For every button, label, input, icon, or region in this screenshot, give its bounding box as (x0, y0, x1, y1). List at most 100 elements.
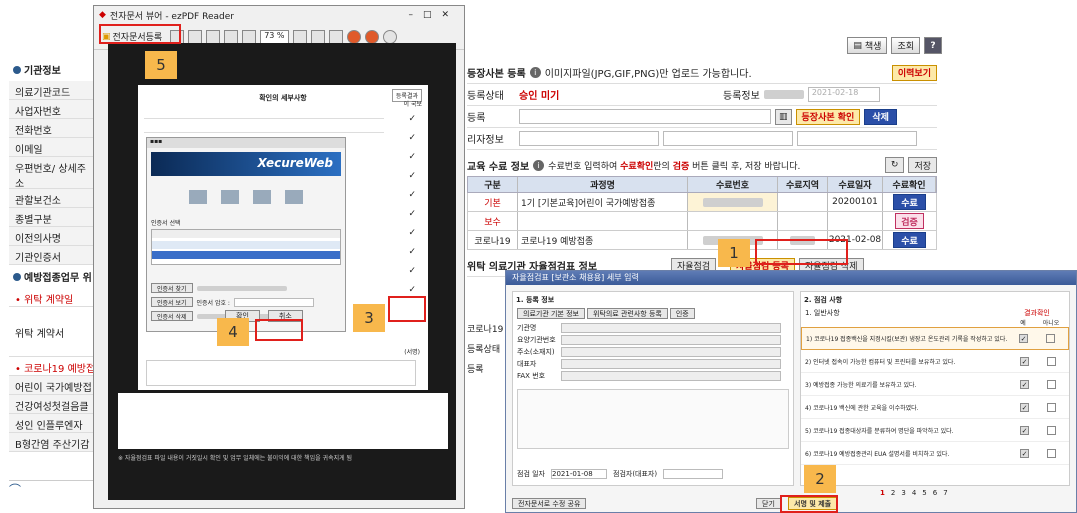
cert-delete-button[interactable]: 인증서 삭제 (151, 311, 193, 321)
page-link[interactable]: 5 (920, 489, 928, 497)
confirm-copy-button[interactable]: 등장사본 확인 (795, 108, 861, 125)
manager-input-2[interactable] (797, 131, 917, 146)
checklist-item: 1) 코로나19 접종백신을 지정시킬(보관) 냉장고 온도관리 기록을 작성하… (801, 327, 1069, 350)
date-field[interactable]: 2021-02-18 (807, 87, 880, 102)
document-area: 확인의 세부사항 등록결과 이 국보 ✓ ✓ ✓ ✓ ✓ ✓ ✓ ✓ ✓ ✓ ▪▪▪ Xecure… (108, 43, 456, 500)
checkbox-yes[interactable]: ✓ (1020, 402, 1029, 412)
hand-icon[interactable] (188, 29, 203, 44)
self-check-dialog: 자율점검표 [보관소 채용용] 세부 입력 1. 등록 정보 의료기관 기본 정… (505, 270, 1077, 513)
dialog-left-section: 1. 등록 정보 의료기관 기본 정보 위탁의료 관련사항 등록 인증 기관명 … (512, 291, 794, 486)
close-button[interactable]: 닫기 (756, 498, 781, 509)
verify-button[interactable]: 검증 (895, 213, 924, 229)
page-link[interactable]: 3 (899, 489, 907, 497)
field-label: 사업자번호 (9, 100, 97, 119)
text-select-icon[interactable] (206, 29, 221, 44)
single-page-icon[interactable] (310, 29, 325, 44)
cert-number[interactable] (688, 193, 778, 211)
program-row: 건강여성첫걸음클 (9, 395, 97, 414)
zoom-in-icon[interactable] (292, 29, 307, 44)
highlight-submit (780, 495, 838, 513)
field-label: 관할보건소 (9, 189, 97, 208)
close-doc-icon[interactable] (382, 29, 397, 44)
step-marker-3: 3 (353, 304, 385, 332)
checklist-header: 1. 일반사항 결과확인 (805, 309, 1050, 317)
list-item[interactable] (152, 251, 340, 259)
manager-input[interactable] (663, 131, 793, 146)
page-link[interactable]: 2 (889, 489, 897, 497)
left-footer: ⌒ (9, 480, 97, 498)
document-page-2 (118, 393, 448, 449)
next-icon[interactable] (364, 29, 379, 44)
complete-button[interactable]: 수료 (893, 232, 926, 248)
dialog-tabs: 의료기관 기본 정보 위탁의료 관련사항 등록 인증 (513, 308, 793, 319)
history-button[interactable]: 이력보기 (891, 64, 937, 81)
checklist: 1) 코로나19 접종백신을 지정시킬(보관) 냉장고 온도관리 기록을 작성하… (801, 327, 1069, 465)
cert-list[interactable] (151, 229, 341, 265)
checklist-item: 3) 예방접종 가능한 의료기를 보유하고 있다. ✓ (801, 373, 1069, 396)
covid-header: • 코로나19 예방접 (9, 357, 97, 376)
share-edit-button[interactable]: 전자문서로 수정 공유 (512, 498, 587, 509)
page-link[interactable]: 1 (878, 489, 887, 497)
checkbox-yes[interactable]: ✓ (1019, 334, 1028, 343)
page-link[interactable]: 4 (910, 489, 918, 497)
field-label: 이메일 (9, 138, 97, 157)
checkbox-no[interactable] (1046, 334, 1055, 343)
list-item[interactable] (152, 241, 340, 249)
edu-table-header: 구분 과정명 수료번호 수료지역 수료일자 수료확인 (467, 176, 937, 193)
tab-related-register[interactable]: 위탁의료 관련사항 등록 (586, 308, 668, 319)
step-marker-1: 1 (718, 239, 750, 267)
smartcard-icon[interactable] (253, 190, 271, 204)
inspector-input[interactable] (663, 469, 724, 479)
cert-find-button[interactable]: 인증서 찾기 (151, 283, 193, 293)
prev-icon[interactable] (346, 29, 361, 44)
two-page-icon[interactable] (328, 29, 343, 44)
checkbox-no[interactable] (1047, 356, 1056, 366)
checkbox-no[interactable] (1047, 425, 1056, 435)
highlight-self-check-register (755, 239, 848, 265)
cert-dialog: ▪▪▪ XecureWeb 인증서 선택 인증서 찾기 인증서 보기 인증서 암호… (146, 137, 346, 332)
logo-icon: ⌒ (9, 483, 22, 497)
window-controls[interactable]: –□✕ (408, 10, 459, 20)
password-input[interactable] (233, 297, 314, 307)
step-marker-5: 5 (145, 51, 177, 79)
inspection-date-input[interactable]: 2021-01-08 (551, 469, 607, 479)
save-button[interactable]: 저장 (908, 157, 937, 173)
delete-button[interactable]: 삭제 (864, 108, 897, 125)
signature-label[interactable]: (서명) (404, 347, 420, 356)
cert-number-input[interactable] (688, 212, 778, 230)
phone-icon[interactable] (285, 190, 303, 204)
help-button[interactable]: ? (924, 37, 942, 54)
checkbox-yes[interactable]: ✓ (1020, 448, 1029, 458)
checkbox-no[interactable] (1047, 448, 1056, 458)
lookup-button[interactable]: 조회 (891, 37, 920, 54)
manager-select[interactable] (519, 131, 659, 146)
checkbox-yes[interactable]: ✓ (1020, 379, 1029, 389)
checkbox-yes[interactable]: ✓ (1020, 356, 1029, 366)
complete-button[interactable]: 수료 (893, 194, 926, 210)
file-path-input[interactable] (519, 109, 771, 124)
cert-titlebar: ▪▪▪ (147, 138, 345, 148)
lower-labels: 코로나19 등록상태 등록 (467, 325, 504, 375)
refresh-icon[interactable]: ↻ (884, 157, 905, 173)
dialog-right-section: 2. 점검 사항 1. 일반사항 결과확인 예 아니오 1) 코로나19 접종백… (800, 291, 1070, 486)
usb-icon[interactable] (221, 190, 239, 204)
browse-icon[interactable]: ▥ (775, 108, 792, 125)
tab-certificate[interactable]: 인증 (669, 308, 695, 319)
bullet-icon (13, 272, 21, 281)
app-icon: ◆ (99, 10, 106, 20)
inspection-date-row: 점검 일자 2021-01-08 점검자(대표자) (517, 469, 724, 479)
zoom-icon[interactable] (224, 29, 239, 44)
program-row: 어린이 국가예방접 (9, 376, 97, 395)
checkbox-yes[interactable]: ✓ (1020, 425, 1029, 435)
hdd-icon[interactable] (189, 190, 207, 204)
zoom-field[interactable]: 73 % (260, 29, 289, 44)
page-link[interactable]: 6 (931, 489, 939, 497)
tab-basic-info[interactable]: 의료기관 기본 정보 (517, 308, 585, 319)
checkbox-no[interactable] (1047, 379, 1056, 389)
highlight-ok-button (255, 319, 303, 341)
page-link[interactable]: 7 (941, 489, 949, 497)
cert-view-button[interactable]: 인증서 보기 (151, 297, 193, 307)
checkbox-no[interactable] (1047, 402, 1056, 412)
print-button[interactable]: ▤ 책생 (847, 37, 888, 54)
zoom-out-icon[interactable] (242, 29, 257, 44)
